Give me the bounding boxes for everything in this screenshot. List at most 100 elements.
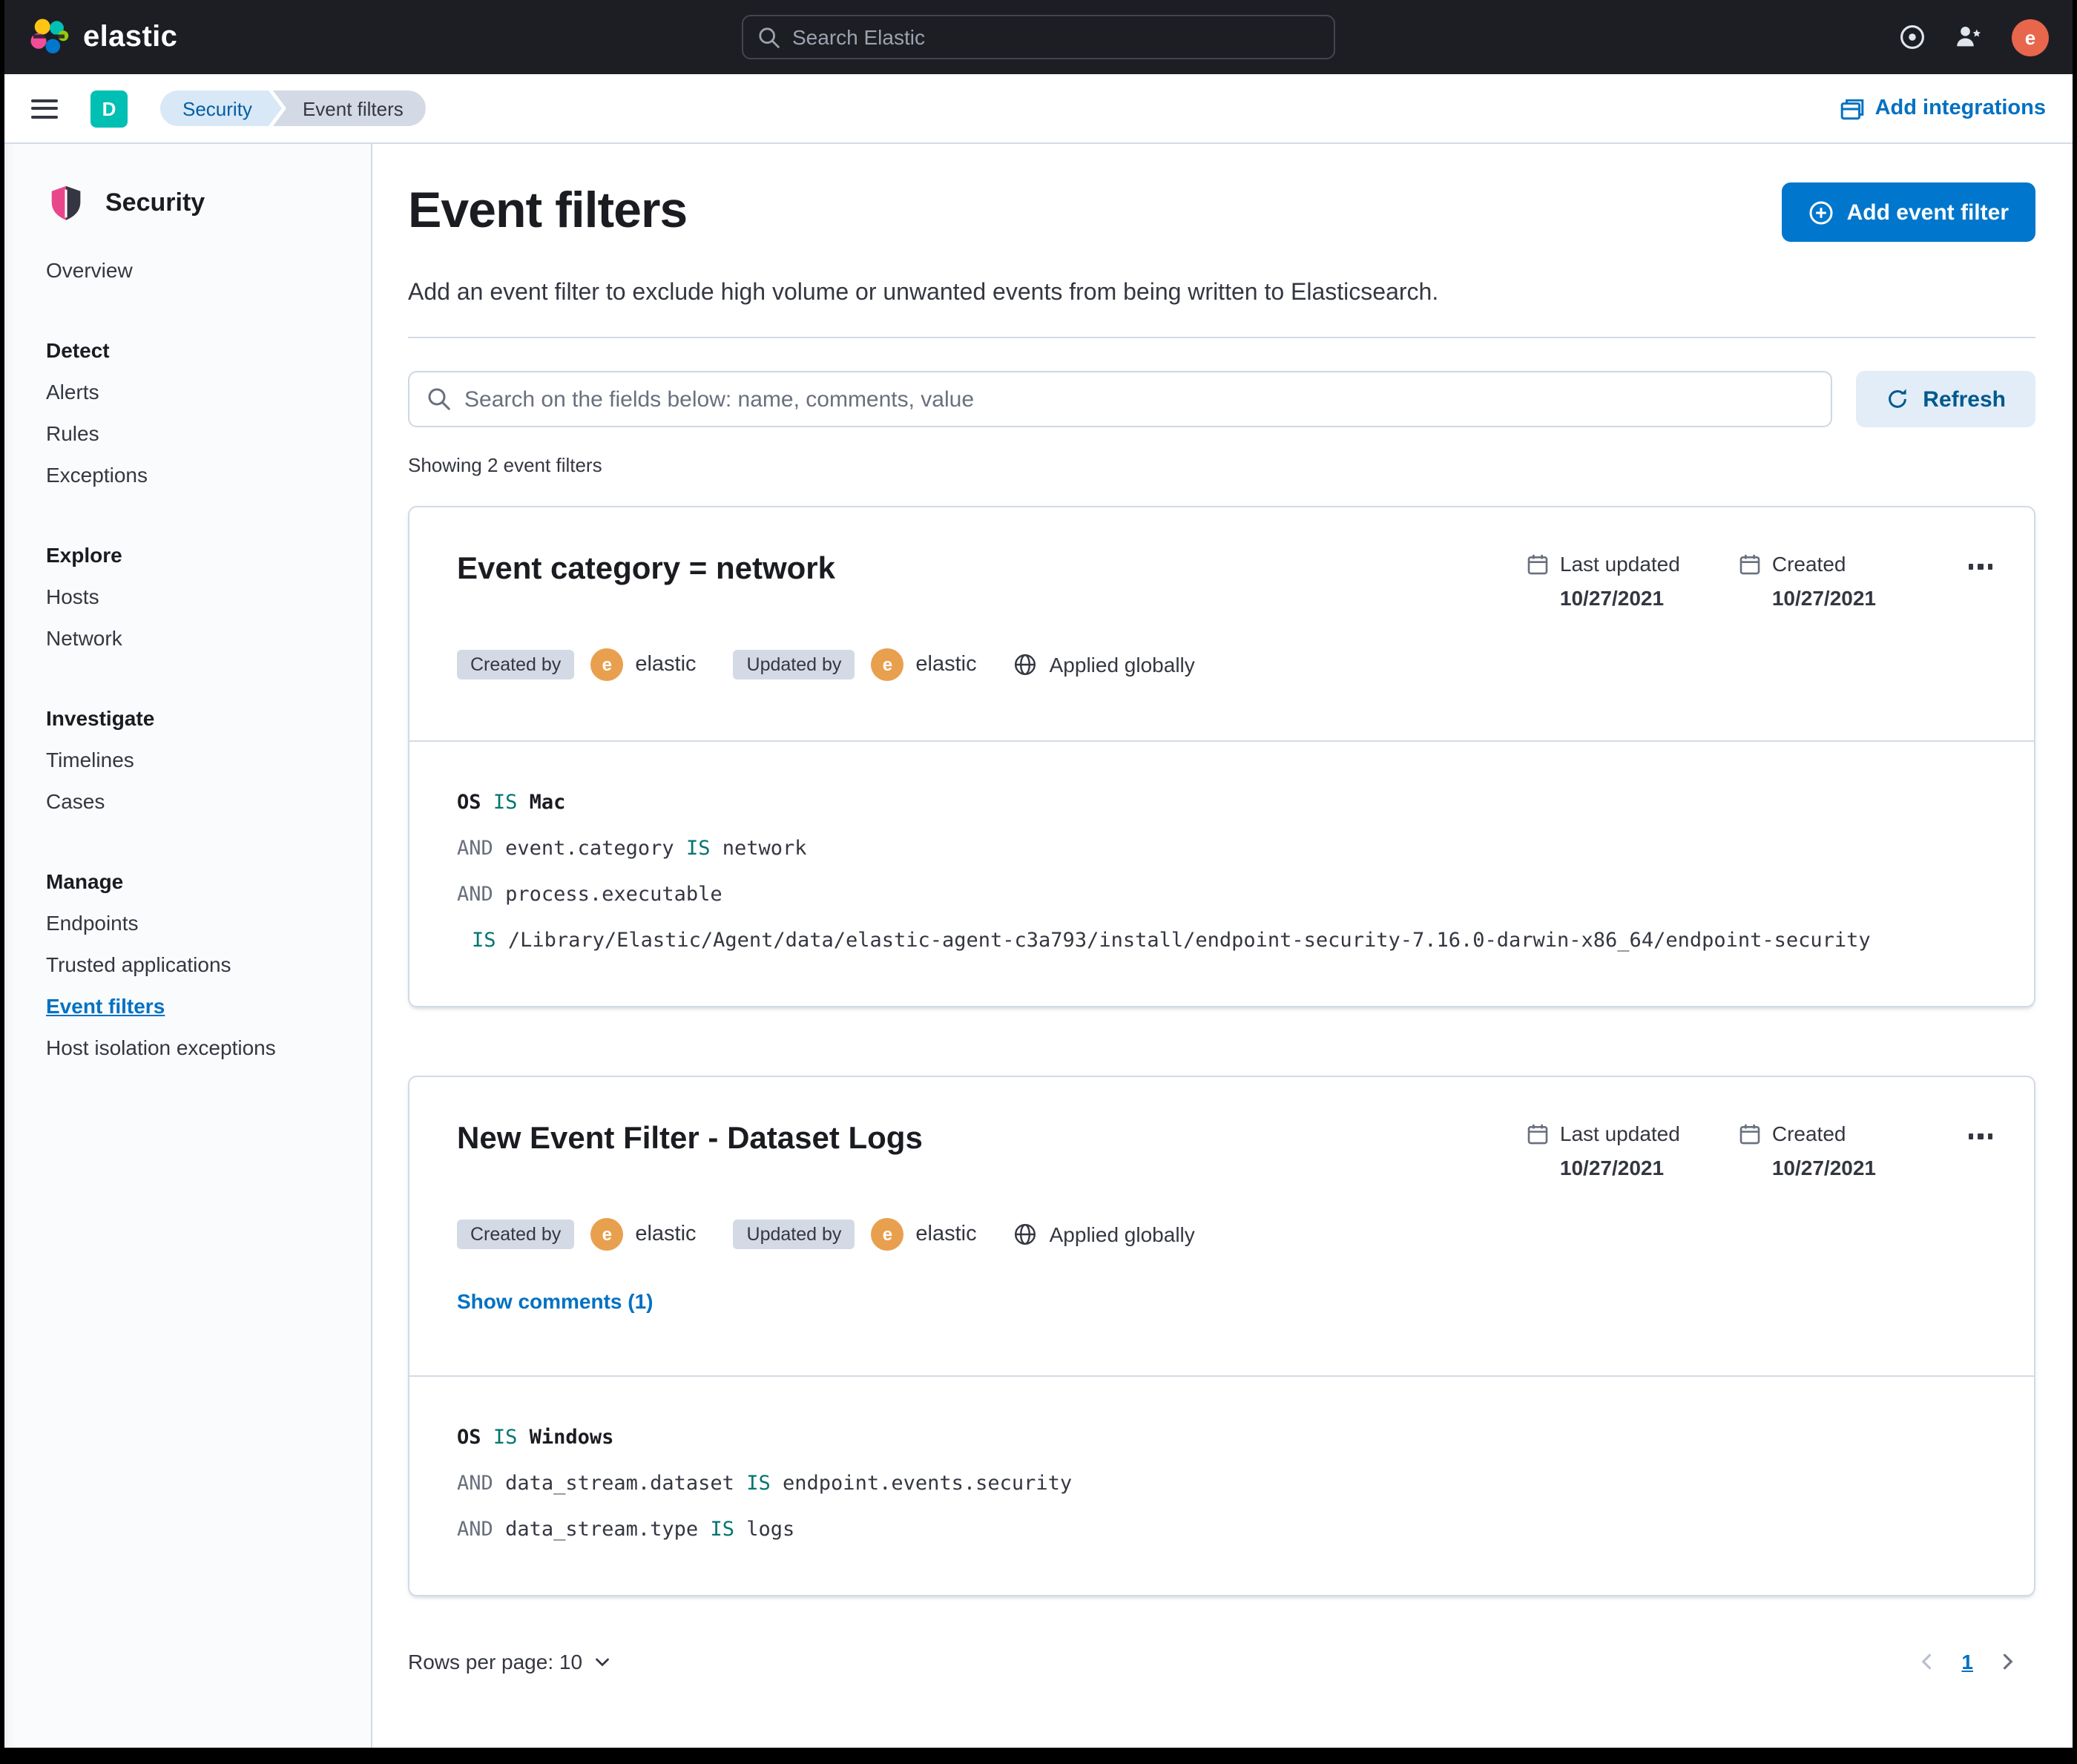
code-line: OS IS Mac <box>457 791 566 814</box>
refresh-label: Refresh <box>1923 386 2006 412</box>
code-line: AND data_stream.type IS logs <box>457 1518 795 1541</box>
sidebar-item-rules[interactable]: Rules <box>46 412 371 454</box>
global-header: elastic e <box>4 0 2073 74</box>
filter-search-input[interactable] <box>464 386 1814 412</box>
applied-globally-label: Applied globally <box>1049 653 1195 677</box>
filter-code: OS IS Windows AND data_stream.dataset IS … <box>409 1377 2034 1595</box>
sidebar-item-event-filters[interactable]: Event filters <box>46 985 371 1027</box>
sidebar-item-exceptions[interactable]: Exceptions <box>46 454 371 496</box>
next-page-icon[interactable] <box>1997 1651 2018 1672</box>
add-event-filter-label: Add event filter <box>1846 200 2009 225</box>
created-by-avatar: e <box>590 1218 624 1251</box>
security-shield-icon <box>46 182 86 223</box>
breadcrumb: Security Event filters <box>160 90 426 126</box>
search-row: Refresh <box>408 371 2035 427</box>
event-filter-card: New Event Filter - Dataset Logs Last upd… <box>408 1076 2035 1596</box>
filter-title: Event category = network <box>457 552 836 586</box>
filter-attribution: Created by e elastic Updated by e elasti… <box>457 648 1995 681</box>
add-integrations-icon <box>1840 96 1865 121</box>
calendar-icon <box>1739 553 1772 575</box>
updated-by-badge: Updated by <box>733 1220 855 1249</box>
main-content: Event filters Add event filter Add an ev… <box>372 144 2073 1748</box>
global-search-input[interactable] <box>792 25 1319 49</box>
created-by-user: elastic <box>635 1222 697 1246</box>
plus-circle-icon <box>1808 200 1834 225</box>
sidebar-nav: Overview Detect Alerts Rules Exceptions Explo… <box>4 234 371 1068</box>
menu-icon[interactable] <box>31 99 58 118</box>
created-by-avatar: e <box>590 648 624 681</box>
updated-by-user: elastic <box>915 1222 977 1246</box>
space-avatar[interactable]: D <box>90 90 128 127</box>
add-integrations-label: Add integrations <box>1874 96 2046 120</box>
last-updated-meta: Last updated 10/27/2021 <box>1527 552 1680 610</box>
calendar-icon <box>1739 1122 1772 1145</box>
updated-by-avatar: e <box>871 1218 904 1251</box>
user-avatar[interactable]: e <box>2012 19 2049 56</box>
cloud-icon[interactable] <box>1899 24 1926 50</box>
add-integrations-button[interactable]: Add integrations <box>1840 96 2046 121</box>
chevron-down-icon <box>593 1653 610 1671</box>
created-meta: Created 10/27/2021 <box>1739 1122 1876 1179</box>
elastic-brand[interactable]: elastic <box>28 16 177 58</box>
sidebar-item-timelines[interactable]: Timelines <box>46 739 371 780</box>
applied-globally: Applied globally <box>1014 1222 1195 1246</box>
created-by-badge: Created by <box>457 650 575 679</box>
filter-code: OS IS Mac AND event.category IS network AN… <box>409 742 2034 1006</box>
sidebar-item-host-isolation-exceptions[interactable]: Host isolation exceptions <box>46 1027 371 1068</box>
filter-title: New Event Filter - Dataset Logs <box>457 1122 923 1156</box>
sidebar-item-hosts[interactable]: Hosts <box>46 576 371 617</box>
last-updated-label: Last updated <box>1559 1122 1680 1145</box>
created-label: Created <box>1771 552 1846 576</box>
event-filter-card: Event category = network Last updated 10… <box>408 506 2035 1007</box>
applied-globally: Applied globally <box>1014 653 1195 677</box>
created-label: Created <box>1771 1122 1846 1145</box>
add-event-filter-button[interactable]: Add event filter <box>1781 182 2035 242</box>
rows-per-page-button[interactable]: Rows per page: 10 <box>408 1650 610 1674</box>
sidebar-section-investigate: Investigate <box>46 706 155 730</box>
table-footer: Rows per page: 10 1 <box>408 1650 2035 1688</box>
show-comments-link[interactable]: Show comments (1) <box>457 1289 654 1313</box>
created-meta: Created 10/27/2021 <box>1739 552 1876 610</box>
sidebar-item-endpoints[interactable]: Endpoints <box>46 902 371 944</box>
sidebar-item-overview[interactable]: Overview <box>46 249 371 291</box>
created-by-badge: Created by <box>457 1220 575 1249</box>
previous-page-icon[interactable] <box>1917 1651 1938 1672</box>
pagination: 1 <box>1917 1650 2035 1674</box>
code-line: OS IS Windows <box>457 1426 614 1449</box>
brand-name: elastic <box>83 20 178 53</box>
breadcrumb-event-filters: Event filters <box>272 90 426 126</box>
updated-by-avatar: e <box>871 648 904 681</box>
actions-menu-icon[interactable] <box>1965 1125 1995 1148</box>
code-line: AND event.category IS network <box>457 837 807 860</box>
security-sidebar: Security Overview Detect Alerts Rules Except… <box>4 144 372 1748</box>
elastic-logo-icon <box>28 16 70 58</box>
refresh-button[interactable]: Refresh <box>1856 371 2035 427</box>
created-date: 10/27/2021 <box>1771 1156 1876 1179</box>
bottom-edge <box>4 1748 2073 1764</box>
search-icon <box>758 26 780 48</box>
calendar-icon <box>1527 553 1560 575</box>
filter-meta: Last updated 10/27/2021 Created 10/27/20… <box>1527 1122 1965 1179</box>
event-filter-list: Event category = network Last updated 10… <box>408 506 2035 1596</box>
sidebar-item-cases[interactable]: Cases <box>46 780 371 822</box>
actions-menu-icon[interactable] <box>1965 555 1995 578</box>
app-body: Security Overview Detect Alerts Rules Except… <box>4 144 2073 1748</box>
page-number-button[interactable]: 1 <box>1961 1650 1973 1674</box>
page-header: Event filters Add event filter <box>408 182 2035 242</box>
scale-wrapper: elastic e D Security Event filters <box>0 0 2077 1764</box>
divider <box>408 337 2035 338</box>
breadcrumb-security[interactable]: Security <box>160 90 282 126</box>
filter-attribution: Created by e elastic Updated by e elasti… <box>457 1218 1995 1251</box>
sidebar-item-network[interactable]: Network <box>46 617 371 659</box>
sidebar-item-alerts[interactable]: Alerts <box>46 371 371 412</box>
sidebar-header: Security <box>4 180 371 234</box>
sidebar-title: Security <box>105 188 205 216</box>
last-updated-date: 10/27/2021 <box>1559 586 1665 610</box>
sidebar-section-detect: Detect <box>46 338 110 362</box>
breadcrumb-bar: D Security Event filters Add integration… <box>4 74 2073 144</box>
sidebar-item-trusted-applications[interactable]: Trusted applications <box>46 944 371 985</box>
filter-search[interactable] <box>408 371 1833 427</box>
user-roles-icon[interactable] <box>1955 24 1982 50</box>
global-search[interactable] <box>742 15 1335 59</box>
applied-globally-label: Applied globally <box>1049 1222 1195 1246</box>
